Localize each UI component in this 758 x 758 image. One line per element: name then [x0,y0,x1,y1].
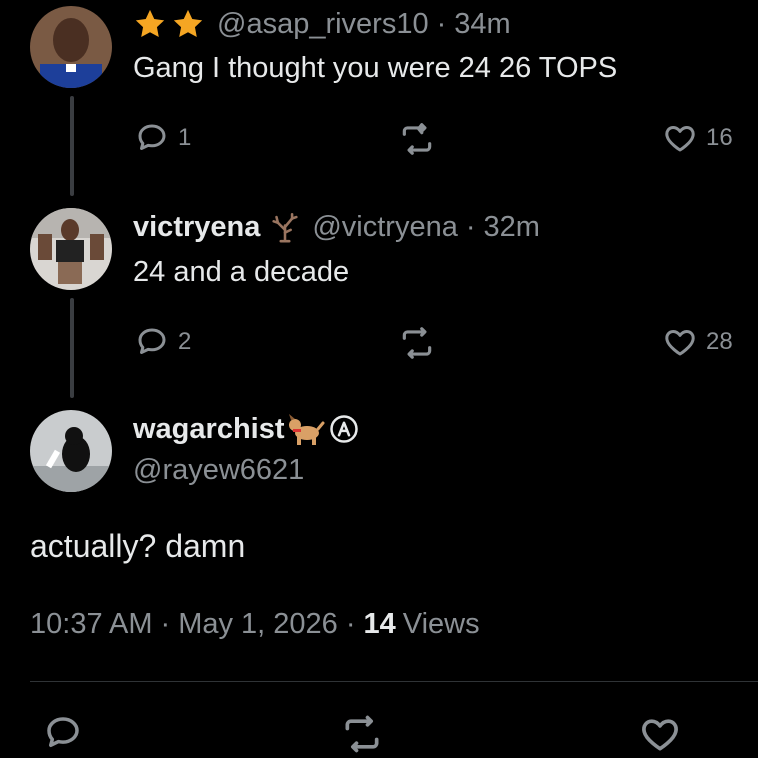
separator: · [160,608,171,640]
reply1-header: @asap_rivers10 · 34m [133,4,511,44]
separator: · [465,210,476,243]
thread-line [70,96,74,196]
reply1-reply-count: 1 [178,124,192,151]
avatar-image [30,6,112,88]
reply1-time[interactable]: 34m [454,8,510,41]
comment-icon [134,324,170,360]
avatar-image [30,410,112,492]
reply2-reply-count: 2 [178,328,192,355]
reply1-like-count: 16 [706,124,733,151]
star-icon [171,7,205,41]
main-post-name-row: wagarchist [133,408,359,450]
reply1-handle[interactable]: @asap_rivers10 [217,8,429,41]
reply2-name[interactable]: victryena [133,211,260,244]
reply1-reply-button[interactable]: 1 [134,120,191,156]
comment-icon [134,120,170,156]
avatar-wagarchist[interactable] [30,410,112,492]
main-reply-button[interactable] [42,712,84,754]
avatar-victryena[interactable] [30,208,112,290]
reply2-header: victryena @victryena · 32m [133,206,540,248]
post-time[interactable]: 10:37 AM [30,608,153,641]
repost-icon [398,120,436,158]
main-like-button[interactable] [638,712,682,756]
reply2-like-button[interactable]: 28 [662,324,733,360]
avatar-image [30,208,112,290]
separator: · [436,7,447,40]
bare-tree-icon [268,210,302,244]
reply1-like-button[interactable]: 16 [662,120,733,156]
circled-a-icon [329,414,359,444]
main-post-meta: 10:37 AM · May 1, 2026 · 14 Views [30,608,480,641]
main-post-name[interactable]: wagarchist [133,413,285,446]
main-repost-button[interactable] [340,712,384,756]
thread-line [70,298,74,398]
main-post-text: actually? damn [30,528,246,564]
reply2-handle[interactable]: @victryena [312,211,457,244]
star-icon [133,7,167,41]
avatar-asap-rivers10[interactable] [30,6,112,88]
reply2-repost-button[interactable] [398,324,436,362]
reply1-text: Gang I thought you were 24 26 TOPS [133,52,618,84]
post-date[interactable]: May 1, 2026 [178,608,338,641]
heart-icon [662,120,698,156]
heart-icon [662,324,698,360]
repost-icon [398,324,436,362]
views-count: 14 [363,608,396,640]
reply2-like-count: 28 [706,328,733,355]
reply2-reply-button[interactable]: 2 [134,324,191,360]
reply2-time[interactable]: 32m [484,211,540,244]
reply1-repost-button[interactable] [398,120,436,158]
repost-icon [340,712,384,756]
views-label: Views [402,608,480,640]
separator: · [345,608,356,640]
heart-icon [638,712,682,756]
reply2-text: 24 and a decade [133,256,350,288]
comment-icon [42,712,84,754]
dog-emoji-icon [287,411,325,447]
divider [30,681,758,682]
main-post-handle[interactable]: @rayew6621 [133,454,304,487]
